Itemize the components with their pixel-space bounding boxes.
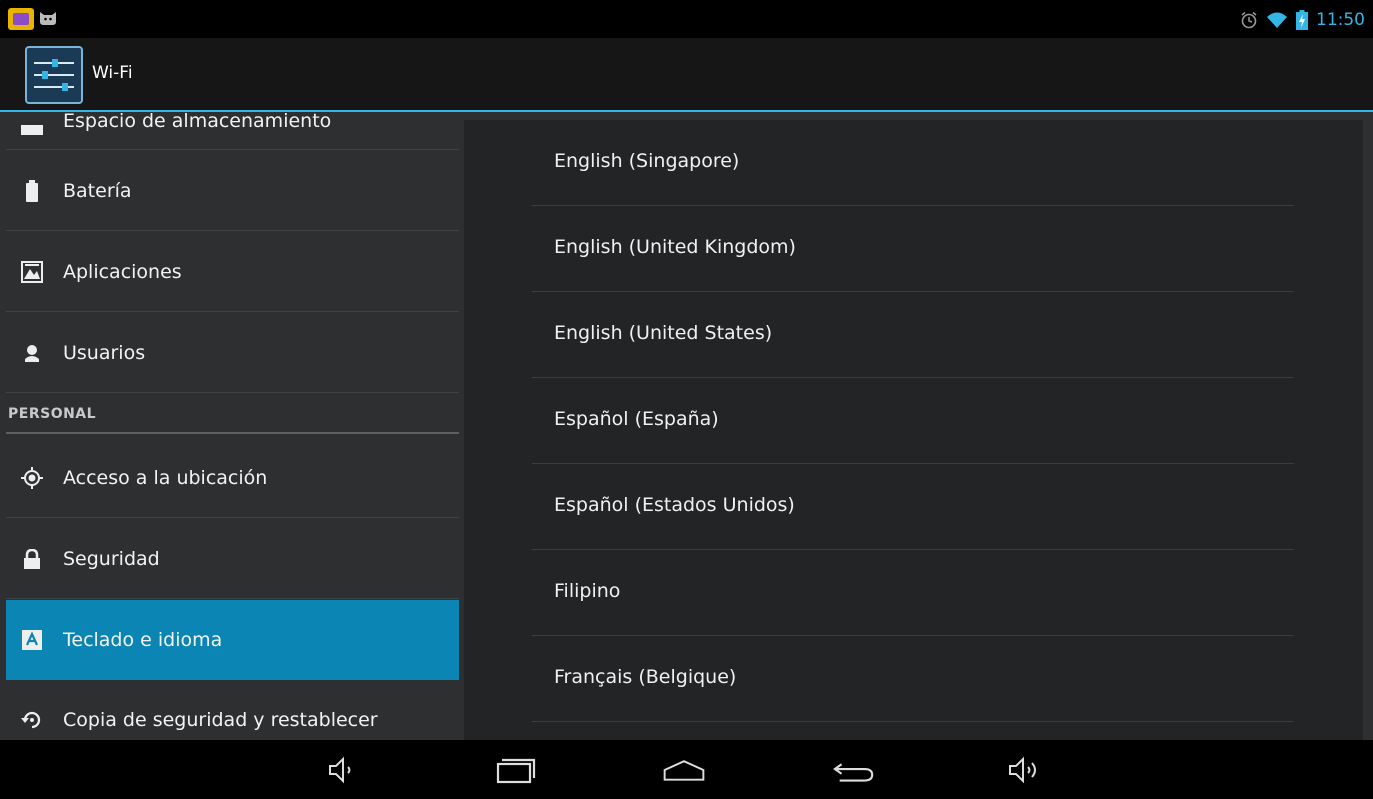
sidebar-item-label: Seguridad: [63, 547, 160, 570]
settings-sidebar: Espacio de almacenamiento Batería Aplica…: [0, 112, 464, 740]
home-icon[interactable]: [662, 752, 706, 788]
language-label: Español (Estados Unidos): [554, 494, 795, 516]
keyboard-language-icon: [20, 628, 44, 652]
status-time: 11:50: [1316, 10, 1365, 30]
users-icon: [20, 341, 44, 365]
language-picker: English (Singapore) English (United King…: [464, 120, 1363, 740]
recent-apps-icon[interactable]: [494, 752, 538, 788]
app-notification-icon: [8, 8, 34, 30]
action-bar-title: Wi-Fi: [92, 63, 133, 83]
lock-icon: [20, 547, 44, 571]
settings-content: Espacio de almacenamiento Batería Aplica…: [0, 112, 1373, 740]
backup-restore-icon: [20, 708, 44, 732]
cat-icon: [40, 12, 56, 25]
list-item[interactable]: Español (España): [532, 378, 1294, 464]
sidebar-item-label: Aplicaciones: [63, 260, 182, 283]
language-label: Français (Belgique): [554, 666, 737, 688]
volume-down-icon[interactable]: [320, 752, 364, 788]
list-item[interactable]: Français (Belgique): [532, 636, 1294, 722]
sidebar-item-label: Teclado e idioma: [63, 629, 223, 651]
language-label: English (United Kingdom): [554, 236, 796, 258]
sidebar-item-label: Copia de seguridad y restablecer: [63, 708, 378, 731]
sidebar-item-security[interactable]: Seguridad: [6, 519, 459, 599]
language-label: English (Singapore): [554, 150, 740, 172]
sidebar-item-label: Espacio de almacenamiento: [63, 112, 332, 132]
language-label: Filipino: [554, 580, 621, 602]
action-bar: [0, 38, 1373, 112]
back-icon[interactable]: [832, 752, 876, 788]
list-item[interactable]: Español (Estados Unidos): [532, 464, 1294, 550]
storage-icon: [20, 118, 44, 142]
list-item[interactable]: English (United Kingdom): [532, 206, 1294, 292]
alarm-icon: [1241, 11, 1257, 29]
sidebar-item-apps[interactable]: Aplicaciones: [6, 232, 459, 312]
battery-icon: [20, 179, 44, 203]
status-bar: 11:50: [0, 0, 1373, 38]
sidebar-item-location[interactable]: Acceso a la ubicación: [6, 438, 459, 518]
language-label: English (United States): [554, 322, 773, 344]
list-item[interactable]: English (Singapore): [532, 120, 1294, 206]
list-item[interactable]: English (United States): [532, 292, 1294, 378]
wifi-icon: [1267, 12, 1287, 28]
sidebar-item-label: Usuarios: [63, 341, 146, 364]
volume-up-icon[interactable]: [1002, 752, 1046, 788]
section-header-personal: PERSONAL: [6, 398, 459, 434]
section-header-label: PERSONAL: [8, 406, 97, 422]
sidebar-item-battery[interactable]: Batería: [6, 151, 459, 231]
navigation-bar: [0, 740, 1373, 799]
sidebar-item-storage[interactable]: Espacio de almacenamiento: [6, 112, 459, 150]
sidebar-item-label: Batería: [63, 179, 132, 202]
sidebar-item-backup-restore[interactable]: Copia de seguridad y restablecer: [6, 680, 459, 740]
status-icons: 11:50: [1240, 9, 1365, 31]
battery-charging-icon: [1296, 10, 1308, 30]
apps-icon: [20, 260, 44, 284]
sidebar-item-users[interactable]: Usuarios: [6, 313, 459, 393]
sidebar-item-label: Acceso a la ubicación: [63, 466, 268, 489]
settings-sliders-icon[interactable]: [24, 45, 84, 105]
location-icon: [20, 466, 44, 490]
language-label: Español (España): [554, 408, 719, 430]
sidebar-item-keyboard-language[interactable]: Teclado e idioma: [6, 600, 459, 680]
list-item[interactable]: Filipino: [532, 550, 1294, 636]
